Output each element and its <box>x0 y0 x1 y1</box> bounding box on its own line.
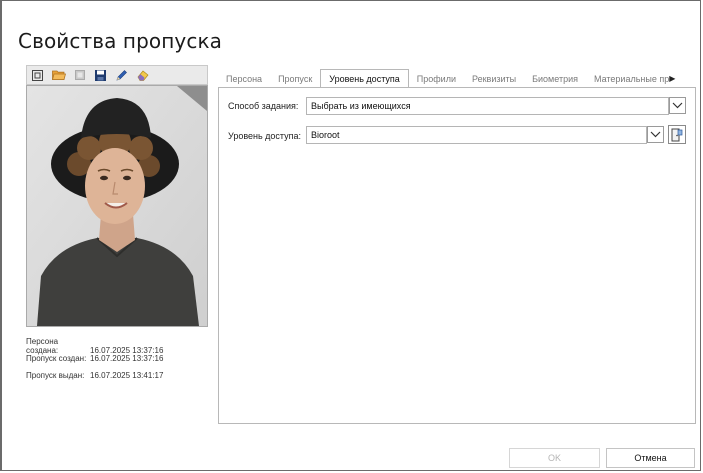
pass-issued-label: Пропуск выдан: <box>26 371 85 380</box>
pass-created-row: Пропуск создан: 16.07.2025 13:37:16 <box>26 354 163 363</box>
person-created-row: Персона создана: 16.07.2025 13:37:16 <box>26 337 163 355</box>
tab-biometrics[interactable]: Биометрия <box>524 70 586 88</box>
pass-issued-row: Пропуск выдан: 16.07.2025 13:41:17 <box>26 371 163 380</box>
tab-profiles[interactable]: Профили <box>409 70 464 88</box>
person-created-label: Персона создана: <box>26 337 59 355</box>
pass-created-label: Пропуск создан: <box>26 354 87 363</box>
cancel-button[interactable]: Отмена <box>606 448 695 468</box>
save-icon[interactable] <box>93 68 108 83</box>
access-level-panel: Способ задания: Выбрать из имеющихся Уро… <box>218 87 696 424</box>
pass-created-value: 16.07.2025 13:37:16 <box>90 354 164 363</box>
tab-access-level[interactable]: Уровень доступа <box>320 69 409 89</box>
pass-issued-value: 16.07.2025 13:41:17 <box>90 371 164 380</box>
person-photo <box>26 85 208 327</box>
tab-scroll-right-icon[interactable]: ▶ <box>669 70 675 88</box>
level-browse-button[interactable] <box>668 125 686 144</box>
tab-person[interactable]: Персона <box>218 70 270 88</box>
chevron-down-icon <box>650 131 661 138</box>
level-select[interactable]: Bioroot <box>306 126 647 144</box>
tab-strip: Персона Пропуск Уровень доступа Профили … <box>218 69 696 89</box>
method-select[interactable]: Выбрать из имеющихся <box>306 97 669 115</box>
dialog-title: Свойства пропуска <box>18 29 222 53</box>
eraser-icon[interactable] <box>135 68 150 83</box>
scan-icon[interactable] <box>30 68 45 83</box>
chevron-down-icon <box>672 102 683 109</box>
pass-properties-dialog: Свойства пропуска Персона создана: 16.07… <box>0 0 701 471</box>
level-label: Уровень доступа: <box>228 131 302 141</box>
photo-toolbar <box>26 65 208 85</box>
clear-icon[interactable] <box>72 68 87 83</box>
ok-button[interactable]: OK <box>509 448 600 468</box>
door-key-icon <box>671 128 683 141</box>
tab-requisites[interactable]: Реквизиты <box>464 70 524 88</box>
pen-icon[interactable] <box>114 68 129 83</box>
tab-material[interactable]: Материальные пр <box>586 70 671 88</box>
tab-pass[interactable]: Пропуск <box>270 70 320 88</box>
method-label: Способ задания: <box>228 101 299 111</box>
method-dropdown-button[interactable] <box>669 97 686 114</box>
folder-open-icon[interactable] <box>51 68 66 83</box>
level-dropdown-button[interactable] <box>647 126 664 143</box>
